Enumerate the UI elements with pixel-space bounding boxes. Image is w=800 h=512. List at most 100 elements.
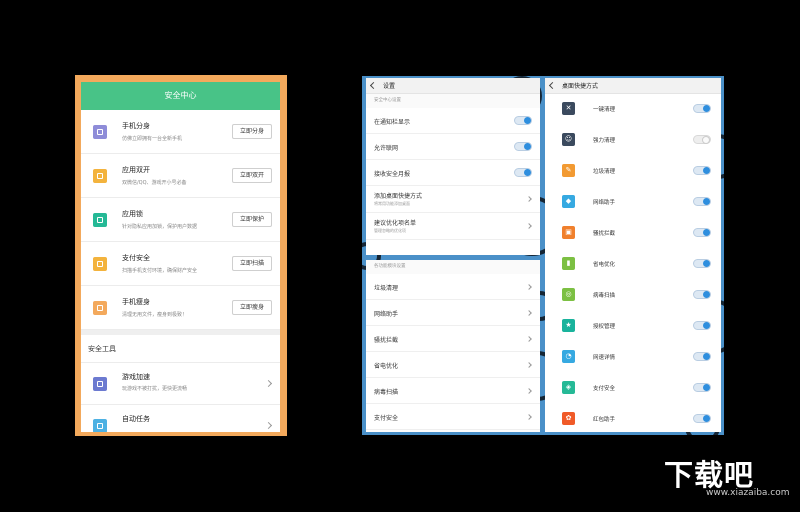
app-lock-icon (93, 213, 107, 227)
toggle-switch[interactable] (693, 290, 711, 299)
settings-header: 设置 (366, 78, 540, 94)
shortcut-label: 骚扰拦截 (593, 231, 616, 237)
battery-icon: ▮ (562, 257, 575, 270)
feature-action-button[interactable]: 立即保护 (232, 212, 272, 227)
toggle-switch[interactable] (693, 321, 711, 330)
toggle-switch[interactable] (514, 142, 532, 151)
shortcut-label: 红包助手 (593, 417, 616, 423)
clone-icon (93, 125, 107, 139)
shortcut-row: ◆ 网络助手 (545, 187, 721, 218)
back-arrow-icon[interactable] (369, 81, 378, 90)
phone-frame: 安全中心 手机分身 仿佛立即拥有一台全新手机 立即分身 应用双开 双微信/QQ、游戏开小… (75, 75, 287, 436)
settings-section-label: 安全中心设置 (366, 94, 540, 108)
block-icon: ▣ (562, 226, 575, 239)
watermark-logo: 下载吧 www.xiazaiba.com (662, 452, 790, 502)
gamepad-icon (93, 377, 107, 391)
setting-toggle-row: 在通知栏显示 (366, 108, 540, 134)
shortcut-label: 授权管理 (593, 324, 616, 330)
shortcut-label: 一键清理 (593, 107, 616, 113)
chevron-right-icon (526, 362, 532, 368)
toggle-switch[interactable] (693, 197, 711, 206)
shortcut-row: ✿ 红包助手 (545, 404, 721, 432)
chevron-right-icon (526, 223, 532, 229)
chevron-right-icon (526, 388, 532, 394)
tool-title: 游戏加速 (122, 373, 150, 381)
chevron-right-icon (526, 310, 532, 316)
toggle-switch[interactable] (693, 352, 711, 361)
feature-action-button[interactable]: 立即分身 (232, 124, 272, 139)
shortcut-row: ✕ 一键清理 (545, 94, 721, 125)
shortcut-row: ◎ 病毒扫描 (545, 280, 721, 311)
shortcut-row: ▮ 省电优化 (545, 249, 721, 280)
module-label: 骚扰拦截 (374, 337, 399, 344)
module-row[interactable]: 病毒扫描 (366, 378, 540, 404)
shortcut-row: ✎ 垃圾清理 (545, 156, 721, 187)
setting-toggle-row: 接收安全月报 (366, 160, 540, 186)
settings-title: 设置 (383, 83, 396, 90)
back-arrow-icon[interactable] (548, 81, 557, 90)
payment-shield-icon: ◈ (562, 381, 575, 394)
shortcut-row: ▣ 骚扰拦截 (545, 218, 721, 249)
tool-description: 玩游戏不被打扰，更快更流畅 (122, 386, 188, 392)
setting-label: 接收安全月报 (374, 171, 411, 178)
feature-description: 清理无用文件，瘦身到极致！ (122, 312, 188, 318)
authorization-star-icon: ★ (562, 319, 575, 332)
settings-link-list: 添加桌面快捷方式 将常用功能添加桌面 建议优化项名单 管理忽略的优化项 (366, 186, 540, 240)
module-row[interactable]: 骚扰拦截 (366, 326, 540, 352)
setting-link-row[interactable]: 添加桌面快捷方式 将常用功能添加桌面 (366, 186, 540, 213)
toggle-switch[interactable] (693, 414, 711, 423)
shortcuts-header: 桌面快捷方式 (545, 78, 721, 94)
shortcut-row: ☺ 强力清理 (545, 125, 721, 156)
toggle-switch[interactable] (693, 104, 711, 113)
feature-action-button[interactable]: 立即瘦身 (232, 300, 272, 315)
setting-label: 在通知栏显示 (374, 119, 411, 126)
feature-description: 扫描手机支付环境，确保财产安全 (122, 268, 198, 274)
setting-sublabel: 管理忽略的优化项 (374, 228, 406, 233)
module-settings-panel: 各功能模块设置 垃圾清理 网络助手 骚扰拦截 省电优化 病毒扫描 支付安全 (366, 260, 540, 432)
chevron-right-icon (526, 414, 532, 420)
module-list: 垃圾清理网络助手骚扰拦截省电优化病毒扫描支付安全 (366, 274, 540, 430)
feature-row: 手机分身 仿佛立即拥有一台全新手机 立即分身 (81, 110, 280, 154)
feature-title: 手机瘦身 (122, 298, 150, 306)
shortcut-label: 省电优化 (593, 262, 616, 268)
toggle-switch[interactable] (693, 135, 711, 144)
module-label: 网络助手 (374, 311, 399, 318)
toggle-switch[interactable] (514, 168, 532, 177)
setting-label: 允许联网 (374, 145, 399, 152)
tool-row[interactable]: 自动任务 (81, 405, 280, 432)
feature-title: 手机分身 (122, 122, 150, 130)
tool-row[interactable]: 游戏加速玩游戏不被打扰，更快更流畅 (81, 363, 280, 405)
feature-title: 应用双开 (122, 166, 150, 174)
module-row[interactable]: 网络助手 (366, 300, 540, 326)
setting-link-row[interactable]: 建议优化项名单 管理忽略的优化项 (366, 213, 540, 240)
toggle-switch[interactable] (693, 383, 711, 392)
auto-task-icon (93, 419, 107, 432)
tool-title: 自动任务 (122, 415, 150, 423)
feature-description: 双微信/QQ、游戏开小号必备 (122, 180, 187, 186)
module-row[interactable]: 支付安全 (366, 404, 540, 430)
shortcut-label: 病毒扫描 (593, 293, 616, 299)
shortcuts-title: 桌面快捷方式 (562, 83, 599, 90)
module-row[interactable]: 省电优化 (366, 352, 540, 378)
module-label: 病毒扫描 (374, 389, 399, 396)
slim-bag-icon (93, 301, 107, 315)
toggle-switch[interactable] (693, 166, 711, 175)
chevron-right-icon (264, 421, 273, 430)
shortcut-label: 网速详情 (593, 355, 616, 361)
setting-sublabel: 将常用功能添加桌面 (374, 201, 410, 206)
feature-action-button[interactable]: 立即扫描 (232, 256, 272, 271)
watermark-url: www.xiazaiba.com (706, 488, 790, 498)
toggle-switch[interactable] (693, 228, 711, 237)
module-row[interactable]: 垃圾清理 (366, 274, 540, 300)
feature-description: 针对隐私应用加锁，保护用户数据 (122, 224, 198, 230)
feature-row: 应用双开双微信/QQ、游戏开小号必备 立即双开 (81, 154, 280, 198)
feature-row: 手机瘦身清理无用文件，瘦身到极致！ 立即瘦身 (81, 286, 280, 330)
feature-title: 应用锁 (122, 210, 143, 218)
module-label: 垃圾清理 (374, 285, 399, 292)
toggle-switch[interactable] (514, 116, 532, 125)
settings-toggle-list: 在通知栏显示 允许联网接收安全月报 (366, 108, 540, 186)
tablet-frame: 设置 安全中心设置 在通知栏显示 允许联网接收安全月报 添加桌面快捷方式 将常用功能… (362, 76, 724, 435)
feature-action-button[interactable]: 立即双开 (232, 168, 272, 183)
dual-app-icon (93, 169, 107, 183)
toggle-switch[interactable] (693, 259, 711, 268)
